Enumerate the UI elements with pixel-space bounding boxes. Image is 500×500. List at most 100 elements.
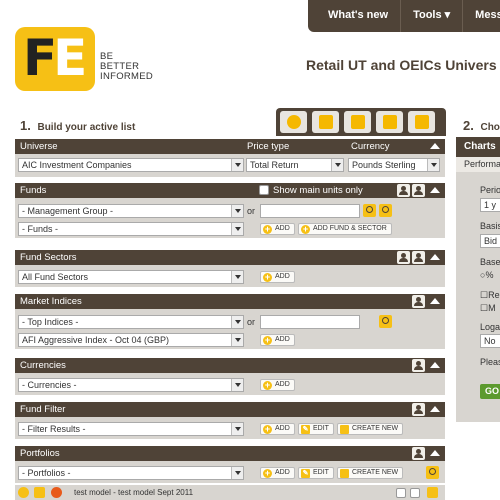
user-icons — [410, 359, 425, 372]
collapse-icon[interactable] — [430, 298, 440, 304]
currency-select[interactable]: Pounds Sterling — [348, 158, 440, 172]
edit-list-button[interactable] — [376, 111, 403, 133]
user-icon[interactable] — [397, 184, 410, 197]
fund-filter-header: Fund Filter — [15, 402, 445, 417]
nav-messages[interactable]: Messa — [462, 0, 500, 32]
edit-portfolio-button[interactable]: EDIT — [298, 467, 334, 479]
chevron-down-icon — [231, 159, 243, 171]
add-filter-button[interactable]: ADD — [260, 423, 295, 435]
close-icon[interactable] — [427, 487, 438, 498]
page-title: Retail UT and OEICs Univers — [306, 57, 497, 73]
active-list-row: test model - test model Sept 2011 — [15, 485, 445, 500]
charts-tab[interactable]: Charts — [456, 137, 500, 157]
currencies-value: - Currencies - — [22, 380, 77, 390]
chart-list-button[interactable] — [344, 111, 371, 133]
search-advanced-icon[interactable] — [379, 204, 392, 217]
users-icon[interactable] — [412, 251, 425, 264]
management-group-select[interactable]: - Management Group - — [18, 204, 244, 218]
currencies-select[interactable]: - Currencies - — [18, 378, 244, 392]
check-list-button[interactable] — [312, 111, 339, 133]
clear-list-button[interactable] — [408, 111, 435, 133]
user-icon[interactable] — [412, 295, 425, 308]
step1-label: Build your active list — [37, 122, 136, 133]
log-select[interactable]: No — [480, 334, 500, 348]
top-indices-select[interactable]: - Top Indices - — [18, 315, 244, 329]
universe-select[interactable]: AIC Investment Companies — [18, 158, 244, 172]
index-select[interactable]: AFI Aggressive Index - Oct 04 (GBP) — [18, 333, 244, 347]
nav-whats-new[interactable]: What's new — [308, 0, 400, 32]
funds-select[interactable]: - Funds - — [18, 222, 244, 236]
step1-number: 1. — [20, 118, 31, 133]
m-option[interactable]: ☐M — [480, 303, 496, 314]
active-list-item-label: test model - test model Sept 2011 — [74, 488, 194, 497]
users-icon[interactable] — [412, 184, 425, 197]
fund-sectors-value: All Fund Sectors — [22, 272, 89, 282]
chevron-down-icon — [231, 379, 243, 391]
please-text: Pleas — [480, 357, 500, 367]
collapse-icon[interactable] — [430, 143, 440, 149]
add-currency-button[interactable]: ADD — [260, 379, 295, 391]
top-nav: What's new Tools ▾ Messa — [308, 0, 500, 32]
fund-sectors-title: Fund Sectors — [20, 252, 77, 263]
collapse-icon[interactable] — [430, 450, 440, 456]
index-search-input[interactable] — [260, 315, 360, 329]
user-icon[interactable] — [412, 403, 425, 416]
collapse-icon[interactable] — [430, 187, 440, 193]
help-icon — [286, 115, 301, 129]
row-checkbox-1[interactable] — [396, 488, 406, 498]
add-fund-sector-button[interactable]: ADD FUND & SECTOR — [298, 223, 392, 235]
re-option[interactable]: ☐Re — [480, 290, 500, 301]
fund-sectors-header: Fund Sectors — [15, 250, 445, 265]
fe-logo[interactable]: FE — [15, 27, 95, 91]
show-main-units-checkbox[interactable] — [259, 185, 269, 195]
create-filter-button[interactable]: CREATE NEW — [337, 423, 404, 435]
edit-filter-button[interactable]: EDIT — [298, 423, 334, 435]
market-indices-title: Market Indices — [20, 296, 82, 307]
funds-panel: Funds Show main units only - Management … — [15, 183, 445, 238]
add-portfolio-button[interactable]: ADD — [260, 467, 295, 479]
user-icon[interactable] — [397, 251, 410, 264]
price-type-select[interactable]: Total Return — [246, 158, 344, 172]
portfolios-select[interactable]: - Portfolios - — [18, 466, 244, 480]
chevron-down-icon — [231, 205, 243, 217]
portfolios-header: Portfolios — [15, 446, 445, 461]
nav-tools-label: Tools — [413, 9, 442, 21]
basis-select[interactable]: Bid — [480, 234, 500, 248]
basis-label: Basis — [480, 221, 500, 231]
list-icon[interactable] — [34, 487, 45, 498]
period-select[interactable]: 1 y — [480, 198, 500, 212]
filter-results-value: - Filter Results - — [22, 424, 86, 434]
go-button[interactable]: GO — [480, 384, 500, 399]
fund-search-input[interactable] — [260, 204, 360, 218]
user-icons — [410, 403, 425, 416]
nav-tools[interactable]: Tools ▾ — [400, 0, 462, 32]
user-icon[interactable] — [412, 359, 425, 372]
help-button[interactable] — [280, 111, 307, 133]
search-icon[interactable] — [426, 466, 439, 479]
collapse-icon[interactable] — [430, 362, 440, 368]
currency-column-label: Currency — [351, 141, 390, 152]
user-icon[interactable] — [412, 447, 425, 460]
info-icon[interactable] — [18, 487, 29, 498]
row-checkbox-2[interactable] — [410, 488, 420, 498]
step2-heading: 2. Cho — [463, 118, 500, 133]
stop-icon[interactable] — [51, 487, 62, 498]
fund-sectors-select[interactable]: All Fund Sectors — [18, 270, 244, 284]
add-index-button[interactable]: ADD — [260, 334, 295, 346]
create-portfolio-button[interactable]: CREATE NEW — [337, 467, 404, 479]
base-percent-option[interactable]: ○% — [480, 270, 493, 280]
market-indices-header: Market Indices — [15, 294, 445, 309]
search-icon[interactable] — [379, 315, 392, 328]
currency-select-value: Pounds Sterling — [352, 160, 416, 170]
user-icons — [410, 447, 425, 460]
add-fund-button[interactable]: ADD — [260, 223, 295, 235]
logo-tagline: BE BETTER INFORMED — [100, 52, 153, 82]
add-sector-button[interactable]: ADD — [260, 271, 295, 283]
or-label: or — [247, 206, 256, 216]
logo-e: E — [53, 29, 87, 87]
collapse-icon[interactable] — [430, 406, 440, 412]
search-icon[interactable] — [363, 204, 376, 217]
performance-subtab[interactable]: Performa — [456, 157, 500, 172]
filter-results-select[interactable]: - Filter Results - — [18, 422, 244, 436]
collapse-icon[interactable] — [430, 254, 440, 260]
